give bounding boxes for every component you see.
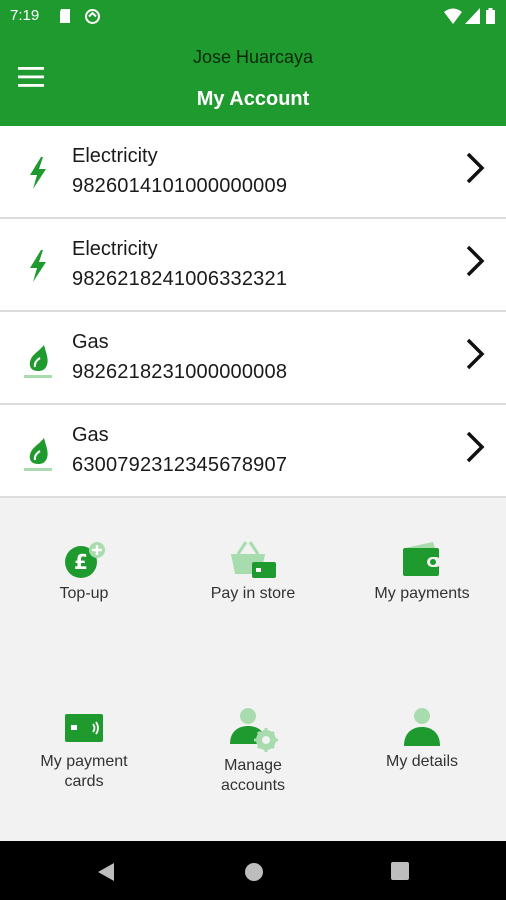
payment-card-icon [65,714,103,742]
user-gear-icon [230,708,278,752]
system-nav-bar [0,841,506,900]
chevron-right-icon [466,152,485,184]
top-up-pound-icon: £ [65,542,105,578]
chevron-right-icon [466,245,485,277]
manage-accounts-button[interactable]: Manage accounts [169,706,337,796]
chevron-right-icon [466,338,485,370]
account-row[interactable]: Electricity 9826218241006332321 [0,219,506,312]
recents-icon[interactable] [390,861,410,881]
basket-card-icon [231,541,276,578]
home-icon[interactable] [243,861,265,883]
account-type: Gas [72,331,109,353]
user-icon [404,708,440,746]
page-title: My Account [196,88,310,110]
sd-card-icon [60,9,70,23]
gas-flame-icon [24,438,52,471]
sync-icon [85,9,100,24]
app-bar: Jose Huarcaya My Account [0,32,506,126]
signal-icon [465,8,480,24]
account-number: 9826218241006332321 [72,268,288,290]
status-bar: 7:19 [0,0,506,32]
battery-icon [486,8,495,24]
my-payment-cards-label: My payment cards [40,753,128,790]
account-row[interactable]: Gas 9826218231000000008 [0,312,506,405]
top-up-button[interactable]: £ Top-up [0,538,168,604]
account-number: 9826218231000000008 [72,361,288,383]
my-payments-label: My payments [374,585,470,602]
account-row[interactable]: Electricity 9826014101000000009 [0,126,506,219]
user-name: Jose Huarcaya [192,47,314,67]
my-details-label: My details [385,753,459,770]
pay-in-store-label: Pay in store [210,585,296,602]
action-grid: £ Top-up Pay in store My payments My pay… [0,498,506,840]
gas-flame-icon [24,345,52,378]
svg-text:£: £ [74,550,88,574]
my-payment-cards-button[interactable]: My payment cards [0,706,168,792]
my-details-button[interactable]: My details [338,706,506,772]
chevron-right-icon [466,431,485,463]
account-type: Electricity [72,238,158,260]
status-time: 7:19 [10,7,40,24]
account-number: 9826014101000000009 [72,175,288,197]
wifi-icon [444,8,462,24]
account-row[interactable]: Gas 6300792312345678907 [0,405,506,498]
back-icon[interactable] [96,861,116,883]
account-number: 6300792312345678907 [72,454,288,476]
pay-in-store-button[interactable]: Pay in store [169,538,337,604]
my-payments-button[interactable]: My payments [338,538,506,604]
lightning-icon [30,250,46,282]
account-type: Gas [72,424,109,446]
account-type: Electricity [72,145,158,167]
account-list: Electricity 9826014101000000009 Electric… [0,126,506,498]
top-up-label: Top-up [59,585,109,602]
manage-accounts-label: Manage accounts [220,757,286,794]
lightning-icon [30,157,46,189]
wallet-icon [403,542,441,576]
